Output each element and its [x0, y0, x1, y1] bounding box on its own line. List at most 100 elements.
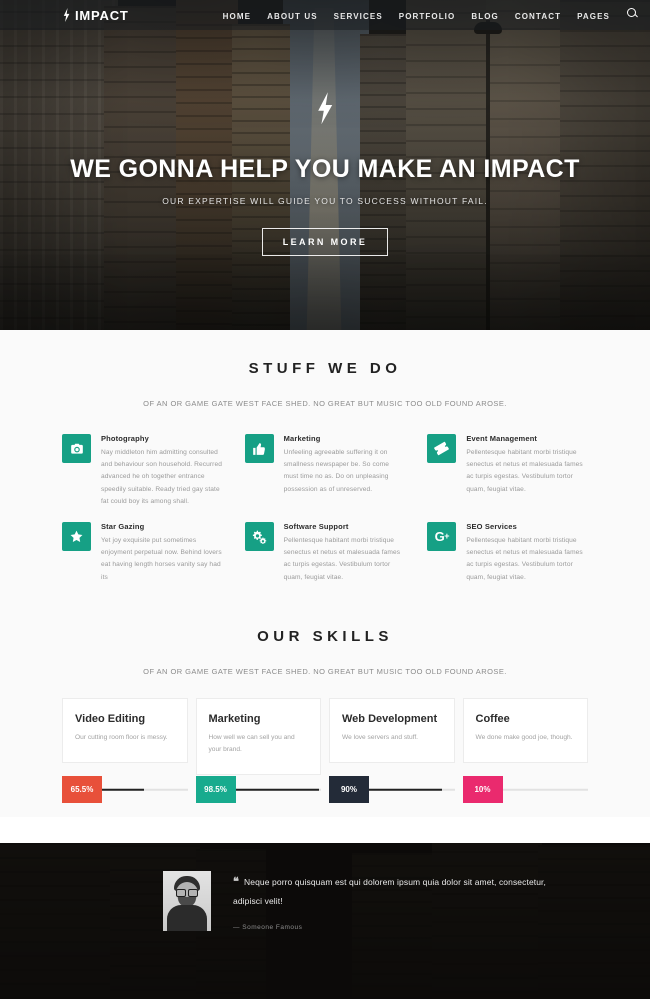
- nav-item-about-us[interactable]: ABOUT US: [267, 6, 318, 24]
- nav-link-portfolio[interactable]: PORTFOLIO: [399, 12, 456, 21]
- skill-description: We love servers and stuff.: [342, 733, 418, 741]
- skills-grid: Video Editing Our cutting room floor is …: [62, 676, 588, 817]
- skill-card-body: Coffee We done make good joe, though.: [462, 697, 588, 763]
- main-navbar: IMPACT HOME ABOUT US SERVICES PORTFOLIO …: [0, 0, 650, 30]
- nav-item-pages[interactable]: PAGES: [577, 6, 610, 24]
- avatar: [163, 871, 211, 932]
- quote-left-icon: ❝: [233, 876, 240, 889]
- skill-card[interactable]: Web Development We love servers and stuf…: [329, 697, 455, 817]
- skill-title: Web Development: [342, 712, 438, 725]
- skill-card-body: Marketing How well we can sell you and y…: [195, 697, 321, 776]
- testimonial-section: ❝ Neque porro quisquam est qui dolorem ip…: [0, 843, 650, 999]
- skill-progress-bar: 10%: [462, 776, 588, 804]
- nav-link-blog[interactable]: BLOG: [471, 12, 499, 21]
- learn-more-button[interactable]: LEARN MORE: [261, 227, 389, 256]
- service-text: Pellentesque habitant morbi tristique se…: [466, 536, 583, 581]
- service-body: Software Support Pellentesque habitant m…: [284, 522, 406, 584]
- skill-percent-badge: 10%: [462, 776, 503, 804]
- hero-content: WE GONNA HELP YOU MAKE AN IMPACT OUR EXP…: [0, 0, 650, 330]
- skill-description: Our cutting room floor is messy.: [75, 733, 168, 741]
- skill-title: Marketing: [208, 712, 261, 725]
- skills-section-subtitle: OF AN OR GAME GATE WEST FACE SHED. NO GR…: [143, 666, 507, 676]
- service-item[interactable]: Photography Nay middleton him admitting …: [62, 434, 223, 508]
- service-body: SEO Services Pellentesque habitant morbi…: [466, 522, 588, 584]
- service-item[interactable]: G + SEO Services Pellentesque habitant mo…: [427, 521, 588, 584]
- testimonial-body: ❝ Neque porro quisquam est qui dolorem ip…: [233, 871, 650, 931]
- skill-percent-badge: 90%: [329, 776, 369, 804]
- services-grid: Photography Nay middleton him admitting …: [0, 408, 650, 598]
- service-body: Photography Nay middleton him admitting …: [101, 434, 223, 508]
- star-icon: [62, 521, 91, 551]
- testimonial-content: ❝ Neque porro quisquam est qui dolorem ip…: [0, 843, 650, 932]
- brand-logo[interactable]: IMPACT: [62, 8, 129, 23]
- service-item[interactable]: Event Management Pellentesque habitant m…: [427, 434, 588, 508]
- nav-link-services[interactable]: SERVICES: [334, 12, 383, 21]
- testimonial-quote: Neque porro quisquam est qui dolorem ips…: [233, 877, 546, 907]
- service-body: Marketing Unfeeling agreeable suffering …: [284, 434, 406, 508]
- skill-description: We done make good joe, though.: [475, 733, 573, 741]
- service-item[interactable]: Marketing Unfeeling agreeable suffering …: [244, 434, 406, 508]
- skills-section: OUR SKILLS OF AN OR GAME GATE WEST FACE …: [0, 598, 650, 817]
- thumbs-up-icon: [244, 434, 274, 463]
- page-root: IMPACT HOME ABOUT US SERVICES PORTFOLIO …: [0, 0, 650, 999]
- camera-icon: [62, 434, 91, 463]
- service-title: Software Support: [283, 521, 349, 531]
- lightning-bolt-icon: [63, 8, 70, 22]
- service-body: Event Management Pellentesque habitant m…: [466, 434, 588, 508]
- service-title: Marketing: [283, 434, 321, 443]
- nav-item-blog[interactable]: BLOG: [471, 6, 499, 24]
- service-text: Yet joy exquisite put sometimes enjoymen…: [101, 536, 222, 581]
- skill-card[interactable]: Video Editing Our cutting room floor is …: [62, 697, 188, 817]
- skill-title: Video Editing: [75, 712, 146, 725]
- skill-progress-bar: 90%: [329, 776, 455, 804]
- nav-item-portfolio[interactable]: PORTFOLIO: [399, 6, 456, 24]
- service-title: SEO Services: [466, 521, 517, 531]
- service-text: Pellentesque habitant morbi tristique se…: [283, 536, 401, 581]
- nav-link-about-us[interactable]: ABOUT US: [267, 12, 318, 21]
- nav-link-contact[interactable]: CONTACT: [515, 12, 561, 21]
- service-body: Star Gazing Yet joy exquisite put someti…: [101, 522, 223, 584]
- nav-link-pages[interactable]: PAGES: [577, 12, 610, 21]
- skill-title: Coffee: [475, 712, 510, 725]
- skill-description: How well we can sell you and your brand.: [208, 733, 295, 753]
- avatar-body: [167, 905, 207, 932]
- hero-title: WE GONNA HELP YOU MAKE AN IMPACT: [70, 155, 580, 184]
- nav-item-contact[interactable]: CONTACT: [515, 6, 561, 24]
- testimonial-author: — Someone Famous: [233, 924, 303, 932]
- service-text: Unfeeling agreeable suffering it on smal…: [283, 449, 390, 493]
- skill-progress-bar: 98.5%: [195, 776, 321, 804]
- services-section-subtitle: OF AN OR GAME GATE WEST FACE SHED. NO GR…: [143, 399, 507, 408]
- ticket-icon: [427, 434, 457, 463]
- hero-subtitle: OUR EXPERTISE WILL GUIDE YOU TO SUCCESS …: [162, 195, 488, 206]
- brand-name: IMPACT: [75, 7, 129, 23]
- skill-card-body: Web Development We love servers and stuf…: [329, 697, 455, 763]
- cogs-icon: [244, 521, 274, 551]
- skill-progress-bar: 65.5%: [62, 776, 188, 804]
- nav-item-search[interactable]: [626, 6, 638, 24]
- skill-card[interactable]: Marketing How well we can sell you and y…: [195, 697, 321, 817]
- service-item[interactable]: Software Support Pellentesque habitant m…: [244, 521, 406, 584]
- content-section: STUFF WE DO OF AN OR GAME GATE WEST FACE…: [0, 330, 650, 818]
- glasses-icon: [176, 889, 198, 898]
- service-text: Nay middleton him admitting consulted an…: [101, 449, 223, 505]
- service-item[interactable]: Star Gazing Yet joy exquisite put someti…: [62, 521, 223, 584]
- testimonial-quote-line: ❝ Neque porro quisquam est qui dolorem ip…: [233, 871, 550, 910]
- nav-links: HOME ABOUT US SERVICES PORTFOLIO BLOG CO…: [223, 6, 638, 24]
- search-icon[interactable]: [626, 7, 638, 19]
- google-plus-icon: G +: [427, 521, 457, 551]
- nav-item-services[interactable]: SERVICES: [334, 6, 383, 24]
- skills-section-title: OUR SKILLS: [257, 627, 393, 645]
- services-section-title: STUFF WE DO: [248, 360, 402, 377]
- service-text: Pellentesque habitant morbi tristique se…: [466, 449, 583, 493]
- nav-link-home[interactable]: HOME: [223, 12, 251, 21]
- service-title: Star Gazing: [101, 521, 145, 531]
- service-title: Photography: [101, 434, 149, 443]
- lightning-bolt-icon: [318, 92, 333, 125]
- skill-card[interactable]: Coffee We done make good joe, though. 10…: [462, 697, 588, 817]
- service-title: Event Management: [466, 434, 538, 443]
- skill-percent-badge: 98.5%: [195, 776, 236, 804]
- hero-section: IMPACT HOME ABOUT US SERVICES PORTFOLIO …: [0, 0, 650, 330]
- skill-card-body: Video Editing Our cutting room floor is …: [62, 697, 188, 763]
- skill-percent-badge: 65.5%: [62, 776, 102, 804]
- nav-item-home[interactable]: HOME: [223, 6, 251, 24]
